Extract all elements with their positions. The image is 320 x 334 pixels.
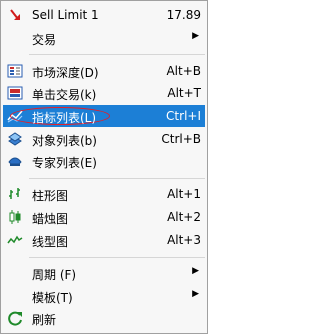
menu-item-label: 刷新 xyxy=(32,313,57,327)
objects-list-icon xyxy=(7,131,23,147)
menu-item-shortcut: Ctrl+B xyxy=(161,132,201,146)
menu-item-candlestick-chart[interactable]: 蜡烛图 Alt+2 xyxy=(3,206,205,228)
submenu-arrow-icon: ▶ xyxy=(192,289,199,299)
line-chart-icon xyxy=(7,232,23,248)
menu-item-shortcut: 17.89 xyxy=(166,8,201,22)
menu-item-period[interactable]: 周期 (F) ▶ xyxy=(3,262,205,284)
menu-item-label: 柱形图 xyxy=(32,189,69,203)
menu-item-shortcut: Alt+3 xyxy=(167,233,201,247)
menu-item-label: 指标列表(L) xyxy=(32,111,97,125)
one-click-trading-icon xyxy=(7,85,23,101)
menu-item-one-click-trading[interactable]: 单击交易(k) Alt+T xyxy=(3,82,205,104)
candlestick-chart-icon xyxy=(7,209,23,225)
menu-item-label: 专家列表(E) xyxy=(32,156,97,170)
menu-item-line-chart[interactable]: 线型图 Alt+3 xyxy=(3,229,205,251)
menu-item-shortcut: Alt+1 xyxy=(167,187,201,201)
menu-item-shortcut: Alt+B xyxy=(166,64,201,78)
menu-item-sell-limit[interactable]: Sell Limit 1 17.89 xyxy=(3,4,205,26)
menu-item-label: 单击交易(k) xyxy=(32,88,97,102)
menu-item-label: 交易 xyxy=(32,33,57,47)
menu-item-label: 市场深度(D) xyxy=(32,66,99,80)
menu-item-template[interactable]: 模板(T) ▶ xyxy=(3,285,205,307)
menu-item-depth-of-market[interactable]: 市场深度(D) Alt+B xyxy=(3,60,205,82)
depth-of-market-icon xyxy=(7,63,23,79)
bar-chart-icon xyxy=(7,186,23,202)
menu-item-experts-list[interactable]: 专家列表(E) xyxy=(3,150,205,172)
menu-item-bar-chart[interactable]: 柱形图 Alt+1 xyxy=(3,183,205,205)
sell-arrow-icon xyxy=(7,7,23,23)
menu-item-label: 线型图 xyxy=(32,235,69,249)
menu-item-label: 对象列表(b) xyxy=(32,134,97,148)
menu-item-indicators-list[interactable]: 指标列表(L) Ctrl+I xyxy=(3,105,205,127)
menu-separator xyxy=(29,54,205,55)
menu-separator xyxy=(29,257,205,258)
menu-item-label: 模板(T) xyxy=(32,291,73,305)
menu-item-label: 蜡烛图 xyxy=(32,212,69,226)
submenu-arrow-icon: ▶ xyxy=(192,31,199,41)
menu-item-shortcut: Alt+T xyxy=(167,86,201,100)
menu-separator xyxy=(29,178,205,179)
refresh-icon xyxy=(7,310,23,326)
context-menu: Sell Limit 1 17.89 交易 ▶ 市场深度(D) Alt+B 单击… xyxy=(0,0,208,334)
menu-item-refresh[interactable]: 刷新 xyxy=(3,307,205,329)
menu-item-label: 周期 (F) xyxy=(32,268,77,282)
menu-item-shortcut: Alt+2 xyxy=(167,210,201,224)
experts-list-icon xyxy=(7,153,23,169)
menu-item-trade[interactable]: 交易 ▶ xyxy=(3,27,205,49)
menu-item-objects-list[interactable]: 对象列表(b) Ctrl+B xyxy=(3,128,205,150)
menu-item-shortcut: Ctrl+I xyxy=(166,109,201,123)
menu-item-label: Sell Limit 1 xyxy=(32,8,99,22)
submenu-arrow-icon: ▶ xyxy=(192,266,199,276)
